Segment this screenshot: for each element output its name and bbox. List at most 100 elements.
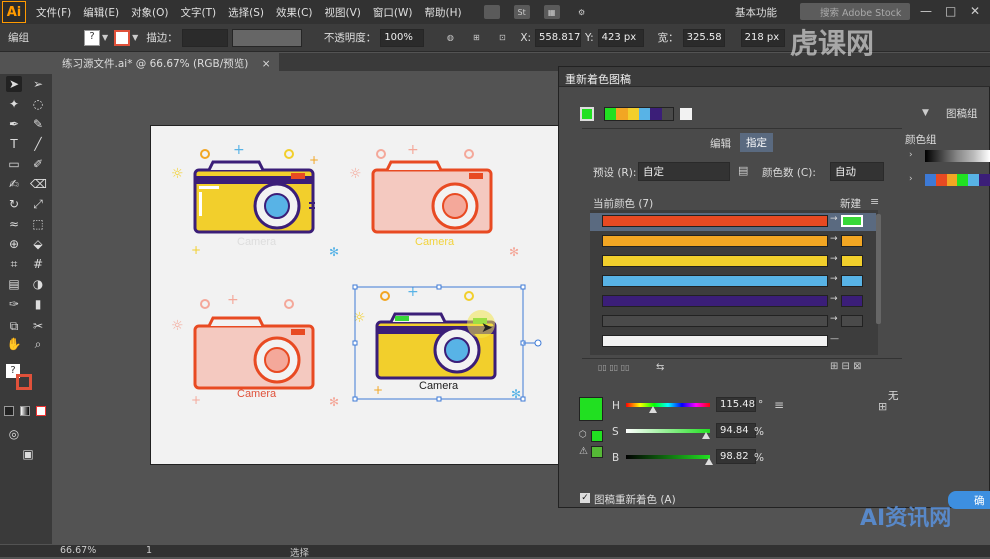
slice-tool-icon[interactable]: ✂ xyxy=(30,318,46,334)
workspace-switcher[interactable]: 基本功能 xyxy=(735,5,777,20)
menu-edit[interactable]: 编辑(E) xyxy=(83,5,119,20)
rotate-tool-icon[interactable]: ↻ xyxy=(6,196,22,212)
rectangle-tool-icon[interactable]: ▭ xyxy=(6,156,22,172)
minimize-icon[interactable]: — xyxy=(920,4,932,18)
transform-icon[interactable]: ⊡ xyxy=(494,31,510,45)
merge-colors-icon[interactable]: ▯▯ ▯▯ ▯▯ xyxy=(598,363,630,372)
current-color-row[interactable] xyxy=(602,275,828,287)
menu-file[interactable]: 文件(F) xyxy=(36,5,71,20)
chevron-down-icon[interactable]: ▼ xyxy=(132,33,138,42)
lasso-icon[interactable]: ◌ xyxy=(30,96,46,112)
arrow-right-icon[interactable]: → xyxy=(830,314,838,324)
chevron-down-icon[interactable]: ▼ xyxy=(922,108,929,118)
hue-value-field[interactable]: 115.48 xyxy=(716,397,756,412)
gpu-performance-icon[interactable]: ⚙ xyxy=(574,5,590,19)
colors-count-dropdown[interactable]: 自动 xyxy=(830,162,884,181)
saturation-slider[interactable] xyxy=(626,429,710,433)
current-color-row[interactable] xyxy=(602,255,828,267)
preset-options-icon[interactable]: ▤ xyxy=(738,164,748,177)
screen-mode-icon[interactable]: ▣ xyxy=(20,446,36,462)
link-colors-icon[interactable]: ⊞ ⊟ ⊠ xyxy=(830,361,862,372)
none-mode-icon[interactable] xyxy=(36,406,46,416)
scrollbar[interactable] xyxy=(876,214,881,324)
saturation-value-field[interactable]: 94.84 xyxy=(716,423,756,438)
grayscale-group[interactable] xyxy=(925,150,990,162)
menu-effect[interactable]: 效果(C) xyxy=(276,5,313,20)
tab-edit[interactable]: 编辑 xyxy=(710,136,731,151)
new-color-swatch[interactable] xyxy=(841,235,863,247)
artboard[interactable]: + + + ☼ + ☼ ✻ ✻ + ☼ + ✻ + ☼ + ✻ Camera C… xyxy=(150,125,560,465)
eyedropper-icon[interactable]: ✑ xyxy=(6,296,22,312)
current-color-row[interactable] xyxy=(602,315,828,327)
chevron-right-icon[interactable]: › xyxy=(909,174,913,184)
preset-dropdown[interactable]: 自定 xyxy=(638,162,730,181)
align-icon[interactable]: ⊞ xyxy=(468,31,484,45)
new-color-swatch[interactable] xyxy=(841,275,863,287)
paintbrush-icon[interactable]: ✐ xyxy=(30,156,46,172)
draw-mode-icon[interactable]: ◎ xyxy=(6,426,22,442)
ok-button[interactable]: 确 xyxy=(948,491,990,509)
opacity-field[interactable]: 100% xyxy=(380,28,425,47)
x-field[interactable]: 558.817 xyxy=(535,28,582,47)
y-field[interactable]: 423 px xyxy=(597,28,644,47)
randomize-icon[interactable]: ⇆ xyxy=(656,362,664,373)
stock-icon[interactable]: St xyxy=(513,5,530,19)
white-swatch[interactable] xyxy=(680,108,692,120)
menu-object[interactable]: 对象(O) xyxy=(131,5,168,20)
saturation-slider-knob[interactable] xyxy=(701,432,710,439)
arrow-right-icon[interactable]: → xyxy=(830,234,838,244)
stroke-weight-field[interactable] xyxy=(181,28,228,47)
shaper-tool-icon[interactable]: ✍ xyxy=(6,176,22,192)
current-color-row[interactable] xyxy=(602,335,828,347)
mesh-tool-icon[interactable]: # xyxy=(30,256,46,272)
direct-selection-tool-icon[interactable]: ➢ xyxy=(30,76,46,92)
height-field[interactable]: 218 px xyxy=(740,28,785,47)
line-tool-icon[interactable]: ╱ xyxy=(30,136,46,152)
tab-assign[interactable]: 指定 xyxy=(740,133,773,152)
close-window-icon[interactable]: ✕ xyxy=(970,4,980,18)
blend-tool-icon[interactable]: ◑ xyxy=(30,276,46,292)
brightness-slider[interactable] xyxy=(626,455,710,459)
curvature-icon[interactable]: ✎ xyxy=(30,116,46,132)
new-color-swatch[interactable] xyxy=(841,215,863,227)
new-color-swatch[interactable] xyxy=(841,295,863,307)
arrow-right-icon[interactable]: → xyxy=(830,254,838,264)
current-color-row[interactable] xyxy=(602,215,828,227)
width-field[interactable]: 325.58 xyxy=(682,28,725,47)
gamut-swatch[interactable] xyxy=(591,446,603,458)
live-paint-icon[interactable]: ⬙ xyxy=(30,236,46,252)
recolor-artwork-icon[interactable]: ◍ xyxy=(442,31,458,45)
arrow-right-icon[interactable]: → xyxy=(830,274,838,284)
new-color-swatch[interactable] xyxy=(841,255,863,267)
fill-swatch[interactable]: ? xyxy=(84,29,100,46)
menu-view[interactable]: 视图(V) xyxy=(325,5,361,20)
brightness-value-field[interactable]: 98.82 xyxy=(716,449,756,464)
zoom-level[interactable]: 66.67% xyxy=(60,545,96,556)
recolor-artwork-checkbox[interactable]: ✓ xyxy=(580,493,590,503)
artwork-group-dropdown[interactable]: 图稿组 xyxy=(946,106,978,121)
menu-help[interactable]: 帮助(H) xyxy=(425,5,462,20)
pen-tool-icon[interactable]: ✒ xyxy=(6,116,22,132)
type-tool-icon[interactable]: T xyxy=(6,136,22,152)
stroke-swatch[interactable] xyxy=(114,29,131,46)
shape-builder-icon[interactable]: ⊕ xyxy=(6,236,22,252)
arrow-right-icon[interactable]: → xyxy=(830,214,838,224)
hue-slider[interactable] xyxy=(626,403,710,407)
menu-type[interactable]: 文字(T) xyxy=(181,5,217,20)
color-mode-menu-icon[interactable]: ≡ xyxy=(774,398,784,412)
color-library-icon[interactable]: ⊞ xyxy=(878,400,887,413)
menu-select[interactable]: 选择(S) xyxy=(228,5,264,20)
close-tab-icon[interactable]: × xyxy=(262,58,271,70)
arrow-right-icon[interactable]: → xyxy=(830,294,838,304)
magic-wand-icon[interactable]: ✦ xyxy=(6,96,22,112)
selection-tool-icon[interactable]: ➤ xyxy=(6,76,22,92)
current-color-row[interactable] xyxy=(602,295,828,307)
new-color-swatch[interactable] xyxy=(841,315,863,327)
color-group-strip[interactable] xyxy=(604,107,674,121)
color-mode-icon[interactable] xyxy=(4,406,14,416)
active-color-swatch[interactable] xyxy=(580,107,594,121)
artboard-tool-icon[interactable]: ⧉ xyxy=(6,318,22,334)
edited-color-swatch[interactable] xyxy=(579,397,603,421)
brights-group[interactable] xyxy=(925,174,990,186)
stroke-color-swatch[interactable] xyxy=(16,374,32,390)
